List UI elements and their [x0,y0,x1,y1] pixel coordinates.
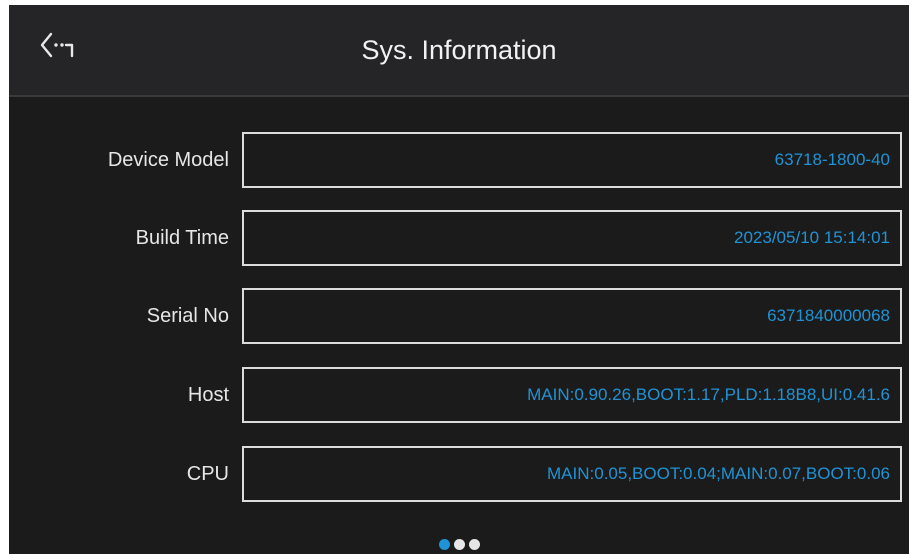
page-title: Sys. Information [361,35,557,65]
device-model-label: Device Model [107,149,229,171]
page-indicator [9,539,909,551]
device-model-field: 63718-1800-40 [242,132,902,188]
info-row-build-time: Build Time 2023/05/10 15:14:01 [9,210,909,266]
page-dot-2[interactable] [453,539,465,550]
info-row-serial-no: Serial No 6371840000068 [9,288,909,344]
host-label: Host [187,384,229,406]
cpu-field: MAIN:0.05,BOOT:0.04;MAIN:0.07,BOOT:0.06 [242,446,902,502]
info-row-host: Host MAIN:0.90.26,BOOT:1.17,PLD:1.18B8,U… [9,367,909,423]
info-row-device-model: Device Model 63718-1800-40 [9,132,909,188]
build-time-field: 2023/05/10 15:14:01 [242,210,902,266]
device-model-value: 63718-1800-40 [774,150,890,169]
serial-no-value: 6371840000068 [767,306,890,325]
page-dot-1[interactable] [438,539,450,550]
header-bar: Sys. Information [9,5,909,97]
serial-no-label: Serial No [146,305,229,327]
system-information-screen: Sys. Information Device Model 63718-1800… [9,5,909,554]
cpu-label: CPU [186,463,229,485]
host-value: MAIN:0.90.26,BOOT:1.17,PLD:1.18B8,UI:0.4… [527,385,890,404]
info-row-cpu: CPU MAIN:0.05,BOOT:0.04;MAIN:0.07,BOOT:0… [9,446,909,502]
page-dot-3[interactable] [468,539,480,550]
cpu-value: MAIN:0.05,BOOT:0.04;MAIN:0.07,BOOT:0.06 [547,464,890,483]
build-time-label: Build Time [135,227,229,249]
serial-no-field: 6371840000068 [242,288,902,344]
host-field: MAIN:0.90.26,BOOT:1.17,PLD:1.18B8,UI:0.4… [242,367,902,423]
build-time-value: 2023/05/10 15:14:01 [734,228,890,247]
